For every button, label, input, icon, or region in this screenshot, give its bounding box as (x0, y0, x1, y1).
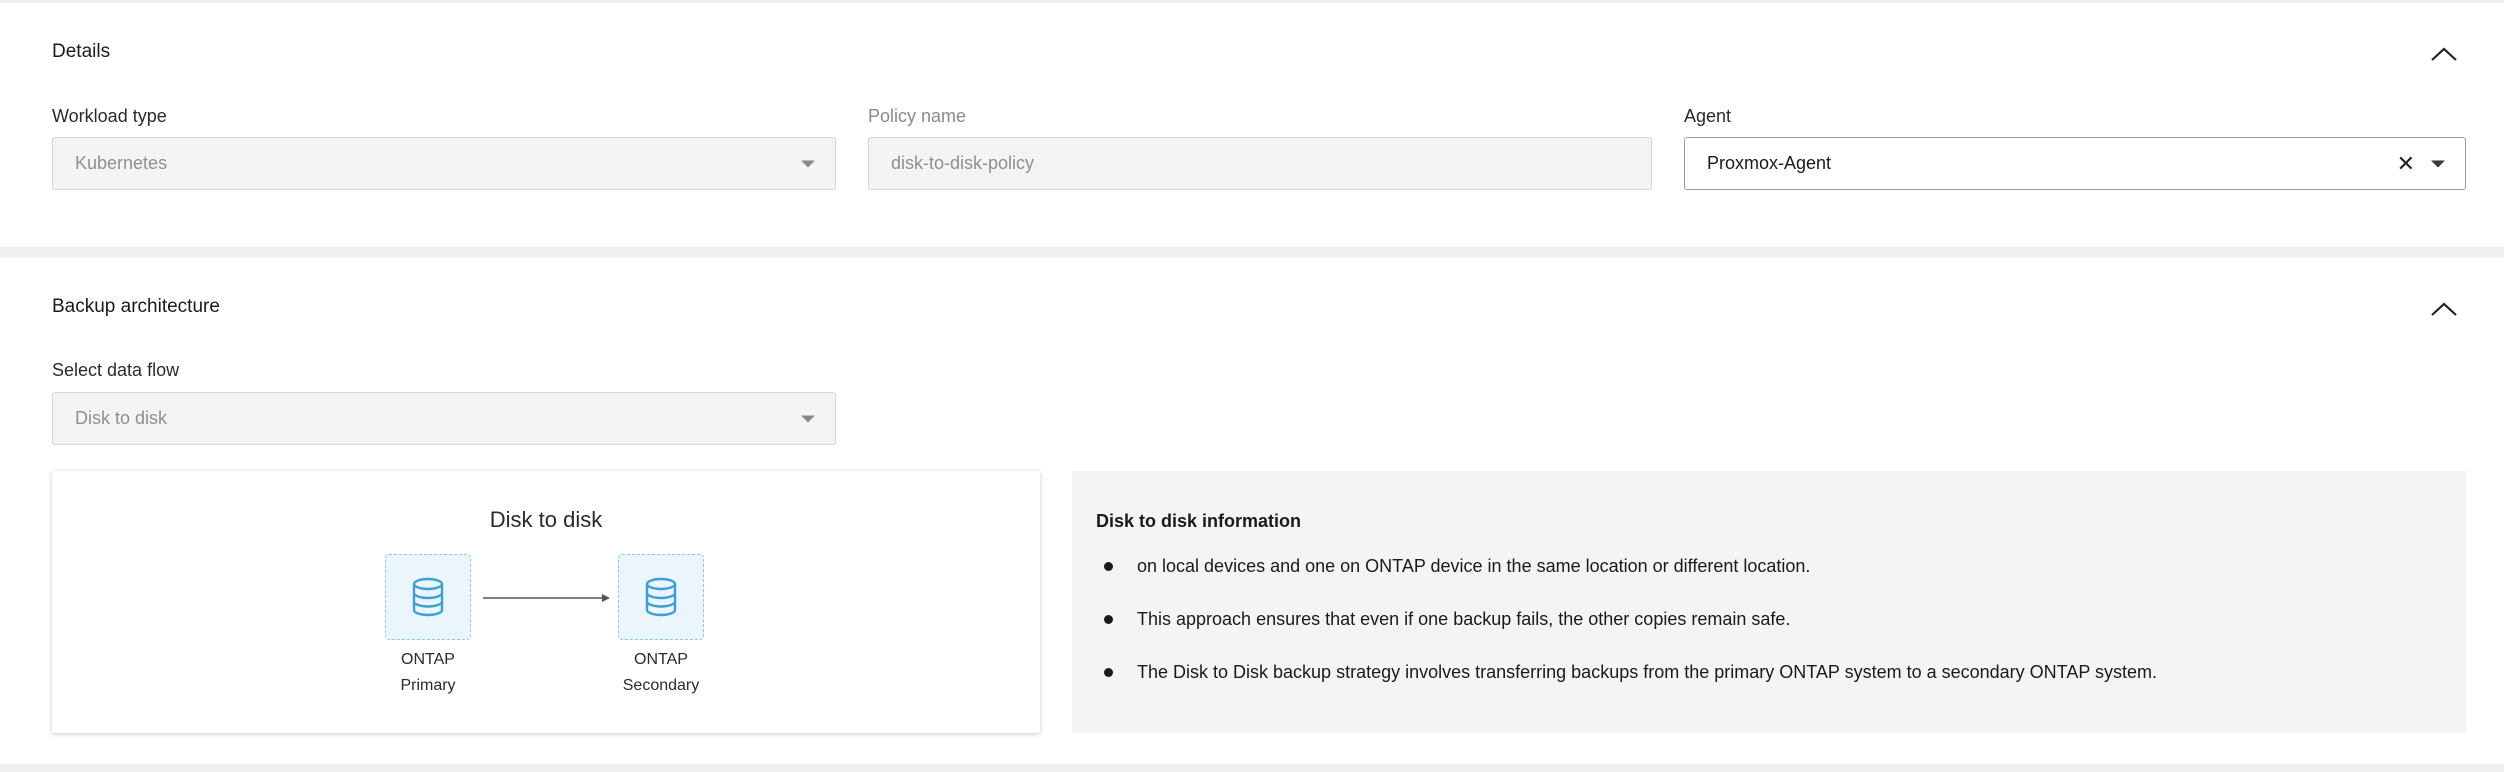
chevron-up-icon (2431, 47, 2457, 61)
info-text: on local devices and one on ONTAP device… (1137, 556, 1811, 576)
policy-name-value: disk-to-disk-policy (891, 153, 1035, 173)
info-text: The Disk to Disk backup strategy involve… (1137, 662, 2158, 682)
workload-type-value: Kubernetes (75, 153, 168, 173)
source-node (385, 554, 471, 640)
target-node-line1: ONTAP (634, 651, 688, 668)
details-title: Details (52, 41, 111, 62)
diagram-title: Disk to disk (489, 507, 603, 532)
data-flow-diagram: Disk to disk ONTAP Primary ONTAP Seconda… (52, 471, 1040, 733)
target-node-line2: Secondary (622, 677, 700, 694)
database-icon (412, 577, 444, 617)
data-flow-select: Disk to disk (52, 392, 836, 445)
chevron-up-icon (2431, 302, 2457, 316)
caret-down-icon[interactable] (2431, 160, 2445, 167)
data-flow-value: Disk to disk (75, 408, 168, 428)
source-node-label: ONTAP Primary (368, 647, 488, 699)
data-flow-label: Select data flow (52, 360, 180, 380)
info-text: This approach ensures that even if one b… (1137, 609, 1791, 629)
policy-name-input: disk-to-disk-policy (868, 137, 1652, 190)
bullet-icon (1104, 562, 1113, 571)
workload-type-label: Workload type (52, 106, 167, 126)
target-node-label: ONTAP Secondary (601, 647, 721, 699)
policy-name-label: Policy name (868, 106, 967, 126)
target-node (618, 554, 704, 640)
info-list-item: This approach ensures that even if one b… (1104, 609, 1790, 630)
info-list-item: The Disk to Disk backup strategy involve… (1104, 662, 2157, 683)
close-icon[interactable]: ✕ (2397, 152, 2415, 175)
bullet-icon (1104, 668, 1113, 677)
info-list-item: on local devices and one on ONTAP device… (1104, 556, 1810, 577)
bullet-icon (1104, 615, 1113, 624)
backup-architecture-title: Backup architecture (52, 296, 220, 317)
workload-type-select: Kubernetes (52, 137, 836, 190)
flow-arrow (483, 594, 610, 602)
details-collapse-button[interactable] (2426, 40, 2462, 68)
agent-value: Proxmox-Agent (1707, 153, 1832, 173)
source-node-line1: ONTAP (401, 651, 455, 668)
backup-architecture-section: Backup architecture Select data flow Dis… (0, 258, 2504, 764)
agent-select[interactable]: Proxmox-Agent ✕ (1684, 137, 2466, 190)
source-node-line2: Primary (400, 677, 456, 694)
data-flow-info-panel: Disk to disk information on local device… (1072, 471, 2466, 733)
caret-down-icon (801, 160, 815, 167)
info-title: Disk to disk information (1096, 511, 1302, 531)
details-section: Details Workload type Kubernetes Policy … (0, 3, 2504, 247)
agent-label: Agent (1684, 106, 1732, 126)
caret-down-icon (801, 415, 815, 422)
database-icon (645, 577, 677, 617)
backup-architecture-collapse-button[interactable] (2426, 295, 2462, 323)
